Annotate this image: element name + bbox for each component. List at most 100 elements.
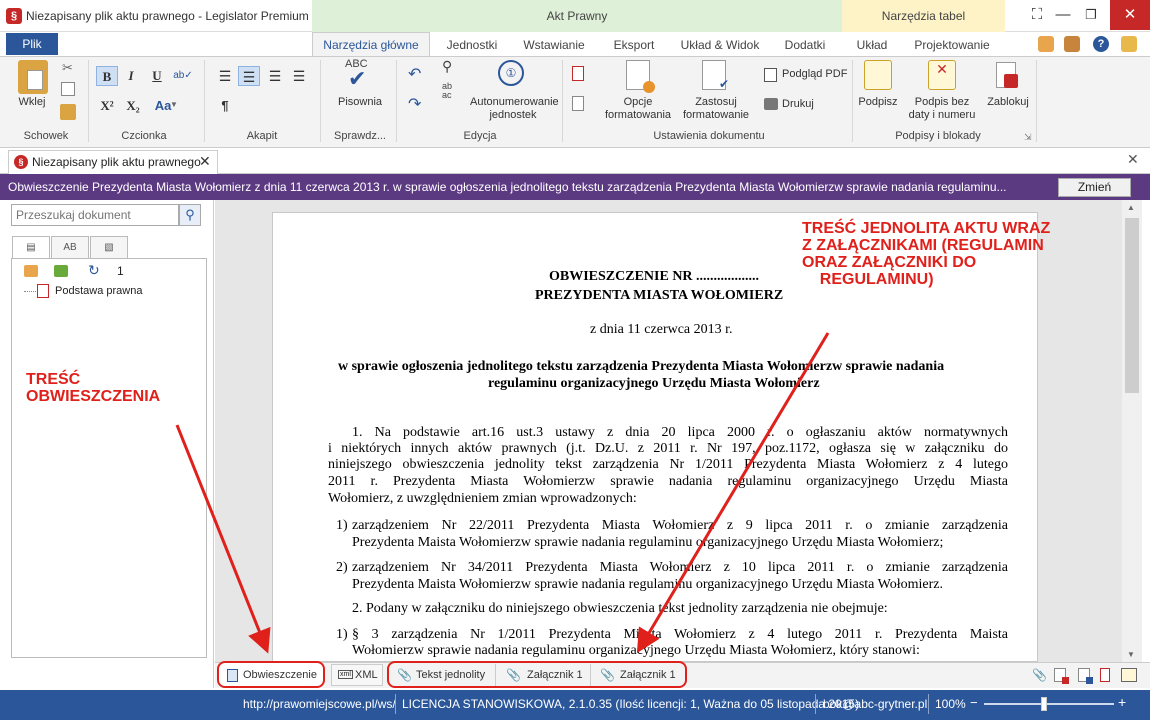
tab-dodatki[interactable]: Dodatki	[768, 34, 842, 56]
subscript-button[interactable]: X₂	[122, 96, 144, 116]
close-window-button[interactable]: ✕	[1110, 0, 1150, 30]
autonumber-button[interactable]: Autonumerowanie jednostek	[470, 96, 559, 122]
spellcheck-small-icon[interactable]: ab✓	[172, 66, 194, 86]
restore-button[interactable]: ❐	[1078, 4, 1104, 26]
align-left-icon[interactable]: ☰	[214, 66, 236, 86]
comment-icon[interactable]	[1121, 668, 1137, 682]
group-label-czcionka: Czcionka	[121, 130, 167, 142]
zoom-slider[interactable]	[984, 703, 1114, 705]
check-icon[interactable]: ✔	[348, 68, 366, 90]
apply-format-icon[interactable]: ✔	[702, 60, 729, 91]
sign-icon[interactable]	[864, 60, 892, 90]
paste-icon[interactable]	[18, 60, 48, 94]
mail-icon[interactable]	[1121, 36, 1137, 52]
export-attachment-icon[interactable]	[1100, 668, 1110, 682]
doc-paragraph-line: i niektórych innych aktów prawnych (j.t.…	[328, 441, 1008, 456]
align-right-icon[interactable]: ☰	[264, 66, 286, 86]
sign-button[interactable]: Podpisz	[858, 96, 898, 109]
doc-subject-line2: regulaminu organizacyjnego Urzędu Miasta…	[488, 376, 820, 391]
copy-icon[interactable]	[61, 82, 75, 96]
tab-attachments[interactable]: ▧	[90, 236, 128, 259]
sign-no-date-button[interactable]: Podpis bez daty i numeru	[906, 96, 978, 122]
tab-plik[interactable]: Plik	[6, 33, 58, 55]
zoom-slider-thumb[interactable]	[1041, 697, 1047, 711]
refresh-icon[interactable]: ↻	[88, 262, 100, 279]
folder-save-icon[interactable]	[1064, 36, 1080, 52]
remove-attachment-icon[interactable]	[1078, 668, 1093, 684]
doc-title-line1: OBWIESZCZENIE NR ..................	[549, 269, 760, 284]
print-icon[interactable]	[764, 98, 778, 110]
cut-icon[interactable]: ✂	[62, 60, 76, 75]
apply-format-button[interactable]: Zastosuj formatowanie	[678, 96, 754, 122]
zoom-out-icon[interactable]: −	[970, 695, 978, 710]
close-pane-icon[interactable]: ✕	[1127, 151, 1139, 168]
change-title-button[interactable]: Zmień	[1058, 178, 1131, 197]
help-icon[interactable]: ?	[1093, 36, 1109, 52]
lock-icon[interactable]	[996, 60, 1018, 90]
autonumber-icon[interactable]: ①	[498, 60, 524, 86]
find-icon[interactable]: ⚲	[442, 58, 452, 75]
doc-preview-icon[interactable]	[572, 96, 584, 111]
bold-button[interactable]: B	[96, 66, 118, 86]
tab-footnotes[interactable]: AB	[51, 236, 89, 259]
format-painter-icon[interactable]	[60, 104, 76, 120]
window-title: Niezapisany plik aktu prawnego - Legisla…	[26, 9, 348, 23]
tab-eksport[interactable]: Eksport	[596, 34, 672, 56]
status-url[interactable]: http://prawomiejscowe.pl/ws/	[243, 697, 396, 711]
scroll-up-icon[interactable]: ▲	[1127, 203, 1135, 212]
group-label-akapit: Akapit	[246, 130, 278, 142]
legal-doc-icon: §	[14, 155, 28, 169]
divider	[320, 60, 321, 142]
add-attachment-icon[interactable]	[1054, 668, 1069, 684]
sign-no-date-icon[interactable]: ✕	[928, 60, 956, 90]
status-email[interactable]: bok@abc-grytner.pl	[823, 697, 927, 711]
pilcrow-button[interactable]: ¶	[214, 96, 236, 116]
act-title-text: Obwieszczenie Prezydenta Miasta Wołomier…	[8, 180, 1007, 194]
collapse-all-icon[interactable]	[54, 265, 68, 277]
tab-uklad-widok[interactable]: Układ & Widok	[673, 34, 767, 56]
zoom-in-icon[interactable]: +	[1118, 694, 1126, 710]
minimize-button[interactable]: —	[1050, 4, 1076, 26]
scroll-down-icon[interactable]: ▼	[1127, 650, 1135, 659]
doc-paragraph-line: niniejszego obwieszczenia jednolity teks…	[328, 457, 1008, 472]
underline-button[interactable]: U	[146, 66, 168, 86]
expand-all-icon[interactable]	[24, 265, 38, 277]
doc-settings-icon[interactable]	[572, 66, 584, 81]
undo-icon[interactable]: ↶	[408, 64, 421, 84]
justify-icon[interactable]: ☰	[288, 66, 310, 86]
document-icon	[227, 669, 238, 682]
format-options-button[interactable]: Opcje formatowania	[600, 96, 676, 122]
tab-wstawianie[interactable]: Wstawianie	[513, 34, 595, 56]
italic-button[interactable]: I	[120, 66, 142, 86]
tree-item-podstawa-prawna[interactable]: Podstawa prawna	[55, 285, 142, 297]
tab-narzedzia-glowne[interactable]: Narzędzia główne	[312, 32, 430, 57]
attachment-icon[interactable]: 📎	[1032, 668, 1047, 682]
search-icon[interactable]: ⚲	[179, 204, 201, 226]
tab-tekst-jednolity-label: Tekst jednolity	[416, 669, 486, 681]
fullscreen-icon[interactable]: ⛶	[1024, 4, 1050, 26]
redo-icon[interactable]: ↷	[408, 94, 421, 114]
search-input[interactable]	[11, 204, 179, 226]
tab-structure[interactable]: ▤	[12, 236, 50, 259]
close-tab-icon[interactable]: ✕	[199, 153, 211, 170]
tab-xml-label: XML	[355, 669, 378, 681]
zoom-level: 100%	[935, 697, 966, 711]
chevron-down-icon[interactable]: ▼	[170, 100, 178, 109]
replace-icon[interactable]: ab ac	[442, 82, 452, 100]
superscript-button[interactable]: X²	[96, 96, 118, 116]
spellcheck-button[interactable]: Pisownia	[334, 96, 386, 109]
scrollbar-thumb[interactable]	[1125, 218, 1139, 393]
pdf-preview-button[interactable]: Podgląd PDF	[782, 68, 847, 81]
lock-button[interactable]: Zablokuj	[984, 96, 1032, 109]
paste-button[interactable]: Wklej	[14, 96, 50, 109]
tab-uklad[interactable]: Układ	[846, 34, 898, 56]
format-options-icon[interactable]	[626, 60, 655, 93]
print-button[interactable]: Drukuj	[782, 98, 814, 111]
tab-projektowanie[interactable]: Projektowanie	[902, 34, 1002, 56]
tab-jednostki[interactable]: Jednostki	[432, 34, 512, 56]
dialog-launcher-icon[interactable]: ⇲	[1024, 132, 1032, 143]
pdf-preview-icon[interactable]	[764, 68, 777, 82]
folder-open-icon[interactable]	[1038, 36, 1054, 52]
align-center-icon[interactable]: ☰	[238, 66, 260, 86]
tab-zalacznik-1b-label: Załącznik 1	[620, 669, 676, 681]
